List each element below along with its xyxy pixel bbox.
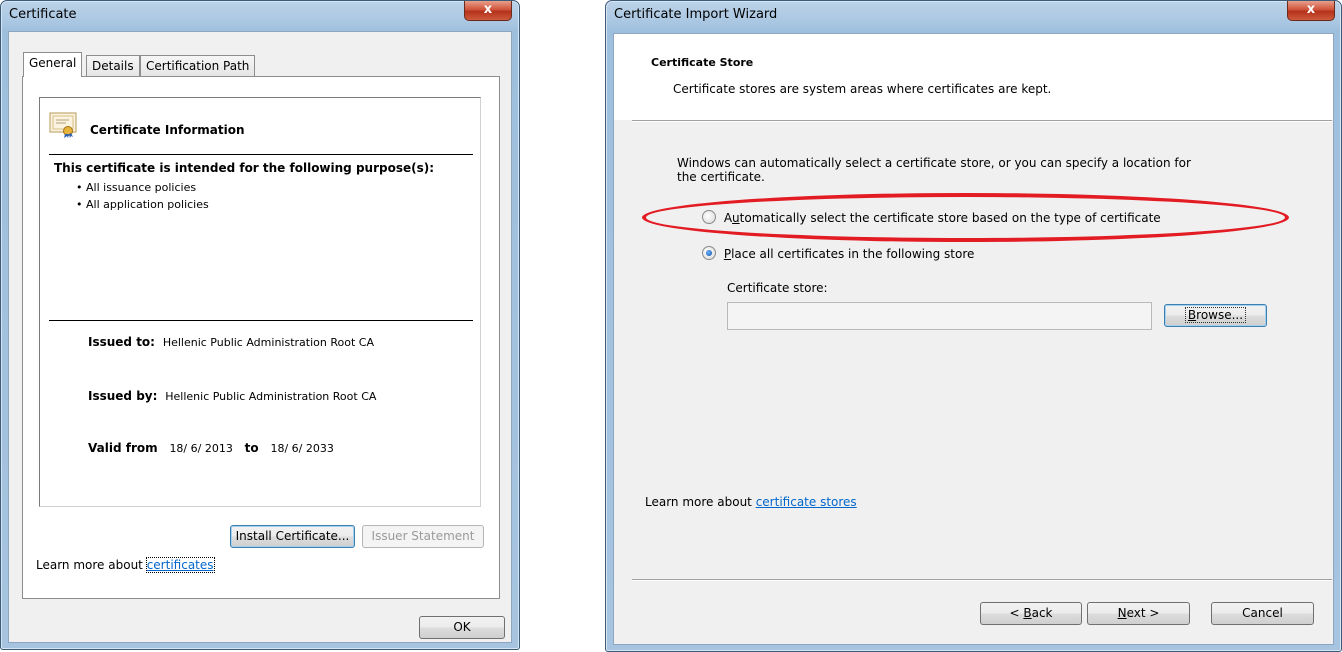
- certificate-info-heading: Certificate Information: [90, 123, 245, 137]
- issued-to-value: Hellenic Public Administration Root CA: [162, 336, 374, 349]
- valid-from-label: Valid from: [88, 441, 158, 455]
- close-button[interactable]: x: [464, 1, 512, 21]
- section-title: Certificate Store: [651, 56, 754, 69]
- radio-label: Place all certificates in the following …: [724, 247, 975, 261]
- accelerator-key: N: [1117, 606, 1127, 620]
- install-certificate-button[interactable]: Install Certificate...: [230, 525, 355, 548]
- valid-to-label: to: [244, 441, 259, 455]
- divider: [49, 320, 473, 321]
- button-label: Cancel: [1242, 606, 1283, 620]
- issued-to-row: Issued to: Hellenic Public Administratio…: [88, 335, 374, 349]
- cancel-button[interactable]: Cancel: [1211, 602, 1314, 625]
- radio-auto-select[interactable]: Automatically select the certificate sto…: [702, 210, 1161, 225]
- tab-label: General: [29, 56, 77, 70]
- accelerator-key: B: [1187, 308, 1197, 322]
- button-label: Next >: [1118, 606, 1160, 620]
- tab-label: Details: [92, 59, 134, 73]
- issued-by-row: Issued by: Hellenic Public Administratio…: [88, 389, 376, 403]
- browse-button[interactable]: Browse...: [1164, 304, 1267, 327]
- radio-place-all[interactable]: Place all certificates in the following …: [702, 246, 974, 261]
- valid-from-value: 18/ 6/ 2013: [169, 442, 233, 455]
- button-label: < Back: [1009, 606, 1052, 620]
- header-separator: [632, 120, 1332, 121]
- button-label: OK: [453, 620, 471, 634]
- button-label: Issuer Statement: [371, 529, 475, 543]
- issued-by-value: Hellenic Public Administration Root CA: [165, 390, 377, 403]
- footer-separator: [632, 579, 1332, 580]
- certificate-store-label: Certificate store:: [727, 281, 828, 295]
- accelerator-key: B: [1023, 606, 1032, 620]
- button-label-prefix: <: [1009, 606, 1024, 620]
- certificate-store-input[interactable]: [727, 302, 1152, 330]
- issuer-statement-button: Issuer Statement: [362, 525, 484, 548]
- button-label: Install Certificate...: [235, 529, 350, 543]
- certificate-client-area: General Details Certification Path Certi…: [8, 31, 512, 643]
- certificate-window: Certificate x General Details Certificat…: [0, 0, 520, 650]
- issued-by-label: Issued by:: [88, 389, 158, 403]
- learn-more-prefix: Learn more about: [36, 558, 143, 572]
- learn-more-text: Learn more about certificate stores: [645, 495, 857, 509]
- radio-label-rest: tomatically select the certificate store…: [739, 211, 1161, 225]
- next-button[interactable]: Next >: [1087, 602, 1190, 625]
- radio-button[interactable]: [702, 246, 716, 260]
- tab-details[interactable]: Details: [86, 55, 140, 77]
- button-label-rest: ack: [1031, 606, 1053, 620]
- radio-button[interactable]: [702, 210, 716, 224]
- radio-label-first: A: [723, 211, 733, 225]
- button-label-rest: ext >: [1126, 606, 1160, 620]
- certificate-stores-link[interactable]: certificate stores: [756, 495, 857, 509]
- valid-to-value: 18/ 6/ 2033: [270, 442, 334, 455]
- window-title: Certificate: [9, 7, 77, 22]
- purpose-heading: This certificate is intended for the fol…: [54, 161, 435, 175]
- tab-label: Certification Path: [146, 59, 250, 73]
- purpose-item: All issuance policies: [76, 181, 196, 194]
- intro-line: Windows can automatically select a certi…: [677, 156, 1191, 170]
- window-title: Certificate Import Wizard: [614, 7, 778, 22]
- import-wizard-window: Certificate Import Wizard x Certificate …: [605, 0, 1342, 652]
- button-label: Browse...: [1184, 307, 1247, 323]
- accelerator-key: P: [723, 247, 732, 261]
- radio-label: Automatically select the certificate sto…: [724, 211, 1161, 225]
- certificate-info-box: Certificate Information This certificate…: [39, 97, 481, 507]
- back-button[interactable]: < Back: [980, 602, 1082, 625]
- close-icon: x: [1306, 2, 1316, 17]
- tab-certification-path[interactable]: Certification Path: [140, 55, 256, 77]
- accelerator-key: u: [732, 211, 740, 225]
- close-icon: x: [483, 2, 493, 17]
- wizard-client-area: Certificate Store Certificate stores are…: [613, 33, 1334, 645]
- purpose-item: All application policies: [76, 198, 209, 211]
- certificate-icon: [49, 112, 79, 138]
- issued-to-label: Issued to:: [88, 335, 155, 349]
- tab-general[interactable]: General: [23, 52, 83, 77]
- radio-label-rest: lace all certificates in the following s…: [731, 247, 975, 261]
- certificates-link[interactable]: certificates: [145, 557, 215, 573]
- divider: [49, 154, 473, 155]
- validity-row: Valid from 18/ 6/ 2013 to 18/ 6/ 2033: [88, 441, 334, 455]
- wizard-header: Certificate Store Certificate stores are…: [614, 34, 1333, 120]
- section-description: Certificate stores are system areas wher…: [673, 82, 1052, 96]
- learn-more-text: Learn more about certificates: [36, 557, 215, 573]
- general-tab-panel: Certificate Information This certificate…: [22, 76, 500, 599]
- ok-button[interactable]: OK: [419, 616, 505, 639]
- button-label-rest: rowse...: [1196, 308, 1244, 322]
- close-button[interactable]: x: [1287, 1, 1335, 21]
- learn-more-prefix: Learn more about: [645, 495, 752, 509]
- intro-line: the certificate.: [677, 170, 765, 184]
- intro-text: Windows can automatically select a certi…: [677, 156, 1191, 184]
